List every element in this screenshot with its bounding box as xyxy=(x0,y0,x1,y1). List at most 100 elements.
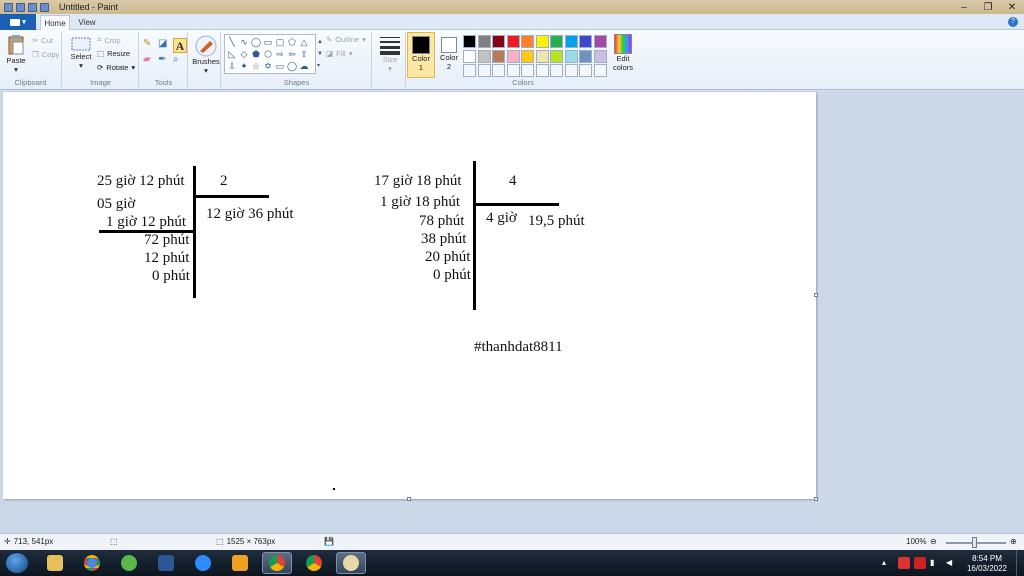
palette-color-swatch[interactable] xyxy=(492,35,505,48)
magnifier-icon[interactable]: ⌕ xyxy=(173,54,187,69)
palette-color-swatch[interactable] xyxy=(564,64,578,77)
network-icon[interactable]: ▮ xyxy=(930,558,934,568)
clock[interactable]: 8:54 PM 16/03/2022 xyxy=(962,554,1012,574)
palette-color-swatch[interactable] xyxy=(506,64,520,77)
edit-colors-button[interactable]: Edit colors xyxy=(608,34,638,72)
help-icon[interactable]: ? xyxy=(1008,17,1018,27)
shapes-gallery-scroll[interactable]: ▲ ▼ ▾ xyxy=(317,36,323,74)
taskbar-chrome-2[interactable] xyxy=(299,552,329,574)
show-desktop-button[interactable] xyxy=(1016,550,1024,576)
taskbar-app-green[interactable] xyxy=(114,552,144,574)
outline-button[interactable]: ✎ Outline ▾ xyxy=(326,35,366,44)
tray-antivirus-icon[interactable] xyxy=(914,557,926,569)
color1-button[interactable]: Color 1 xyxy=(407,32,435,78)
start-button[interactable] xyxy=(5,552,29,574)
close-button[interactable]: ✕ xyxy=(1000,0,1024,14)
palette-color-swatch[interactable] xyxy=(535,64,549,77)
resize-button[interactable]: ⬚ Resize xyxy=(97,49,130,58)
six-point-star-shape-icon[interactable]: ✡ xyxy=(262,60,274,72)
color-picker-icon[interactable]: ✒ xyxy=(158,54,172,69)
fill-button[interactable]: ◪ Fill ▾ xyxy=(326,49,352,58)
rect-callout-shape-icon[interactable]: ▭ xyxy=(274,60,286,72)
palette-color-swatch[interactable] xyxy=(564,49,578,63)
palette-color-swatch[interactable] xyxy=(564,35,578,48)
triangle-shape-icon[interactable]: △ xyxy=(298,36,310,48)
cut-button[interactable]: ✂ Cut xyxy=(32,36,53,45)
oval-shape-icon[interactable]: ◯ xyxy=(250,36,262,48)
size-button[interactable]: Size ▾ xyxy=(376,35,404,73)
line-shape-icon[interactable]: ╲ xyxy=(226,36,238,48)
zoom-slider[interactable] xyxy=(946,537,1006,548)
palette-color-swatch[interactable] xyxy=(593,49,607,63)
up-arrow-shape-icon[interactable]: ⇧ xyxy=(298,48,310,60)
palette-color-swatch[interactable] xyxy=(477,64,491,77)
text-tool-icon[interactable]: A xyxy=(173,38,187,53)
pentagon-shape-icon[interactable]: ⬟ xyxy=(250,48,262,60)
pencil-icon[interactable]: ✎ xyxy=(143,38,157,53)
palette-color-swatch[interactable] xyxy=(593,35,607,48)
palette-color-swatch[interactable] xyxy=(579,64,592,77)
canvas-resize-handle-corner[interactable] xyxy=(814,497,818,501)
canvas-resize-handle-right[interactable] xyxy=(814,293,818,297)
file-menu-button[interactable]: ▾ xyxy=(0,14,36,30)
diamond-shape-icon[interactable]: ◇ xyxy=(238,48,250,60)
palette-color-swatch[interactable] xyxy=(463,35,476,48)
palette-color-swatch[interactable] xyxy=(535,35,549,48)
palette-color-swatch[interactable] xyxy=(521,35,534,48)
polygon-shape-icon[interactable]: ⬠ xyxy=(286,36,298,48)
fill-bucket-icon[interactable]: ◪ xyxy=(158,38,172,53)
tray-app-icon[interactable] xyxy=(898,557,910,569)
save-icon[interactable] xyxy=(16,2,25,12)
taskbar-zoom[interactable] xyxy=(188,552,218,574)
brushes-button[interactable]: Brushes ▾ xyxy=(192,35,220,75)
rotate-button[interactable]: ⟳ Rotate ▾ xyxy=(97,63,135,72)
right-arrow-shape-icon[interactable]: ⇨ xyxy=(274,48,286,60)
zoom-out-button[interactable]: ⊖ xyxy=(930,537,937,546)
taskbar-chrome-active[interactable] xyxy=(262,552,292,574)
palette-color-swatch[interactable] xyxy=(579,49,592,63)
palette-color-swatch[interactable] xyxy=(506,35,520,48)
curve-shape-icon[interactable]: ∿ xyxy=(238,36,250,48)
palette-color-swatch[interactable] xyxy=(492,64,505,77)
palette-color-swatch[interactable] xyxy=(550,49,563,63)
palette-color-swatch[interactable] xyxy=(477,35,491,48)
zoom-slider-thumb[interactable] xyxy=(972,537,977,548)
undo-icon[interactable] xyxy=(28,2,37,12)
eraser-icon[interactable]: ▰ xyxy=(143,54,157,69)
maximize-button[interactable]: ❐ xyxy=(976,0,1000,14)
palette-color-swatch[interactable] xyxy=(521,49,534,63)
tray-expand-icon[interactable]: ▴ xyxy=(882,558,886,568)
palette-color-swatch[interactable] xyxy=(506,49,520,63)
paint-app-icon[interactable] xyxy=(4,2,13,12)
palette-color-swatch[interactable] xyxy=(550,64,563,77)
zoom-in-button[interactable]: ⊕ xyxy=(1010,537,1017,546)
tab-home[interactable]: Home xyxy=(40,15,70,30)
oval-callout-shape-icon[interactable]: ◯ xyxy=(286,60,298,72)
palette-color-swatch[interactable] xyxy=(463,64,476,77)
taskbar-word[interactable] xyxy=(151,552,181,574)
volume-icon[interactable]: ◀ xyxy=(946,558,952,568)
palette-color-swatch[interactable] xyxy=(463,49,476,63)
cloud-callout-shape-icon[interactable]: ☁ xyxy=(298,60,310,72)
rectangle-shape-icon[interactable]: ▭ xyxy=(262,36,274,48)
right-triangle-shape-icon[interactable]: ◺ xyxy=(226,48,238,60)
palette-color-swatch[interactable] xyxy=(550,35,563,48)
copy-button[interactable]: ❐ Copy xyxy=(32,50,59,59)
canvas-scroll-area[interactable]: 25 giờ 12 phút 2 12 giờ 36 phút 05 giờ 1… xyxy=(0,91,1024,533)
left-arrow-shape-icon[interactable]: ⇦ xyxy=(286,48,298,60)
redo-icon[interactable] xyxy=(40,2,49,12)
taskbar-media-player[interactable] xyxy=(225,552,255,574)
five-point-star-shape-icon[interactable]: ☆ xyxy=(250,60,262,72)
rounded-rectangle-shape-icon[interactable]: ▢ xyxy=(274,36,286,48)
drawing-canvas[interactable]: 25 giờ 12 phút 2 12 giờ 36 phút 05 giờ 1… xyxy=(3,92,816,499)
canvas-resize-handle-bottom[interactable] xyxy=(407,497,411,501)
minimize-button[interactable]: – xyxy=(952,0,976,14)
taskbar-paint[interactable] xyxy=(336,552,366,574)
palette-color-swatch[interactable] xyxy=(579,35,592,48)
color2-button[interactable]: Color 2 xyxy=(435,32,463,78)
paste-button[interactable]: Paste ▾ xyxy=(4,34,28,74)
down-arrow-shape-icon[interactable]: ⇩ xyxy=(226,60,238,72)
four-point-star-shape-icon[interactable]: ✦ xyxy=(238,60,250,72)
palette-color-swatch[interactable] xyxy=(521,64,534,77)
taskbar-explorer[interactable] xyxy=(40,552,70,574)
